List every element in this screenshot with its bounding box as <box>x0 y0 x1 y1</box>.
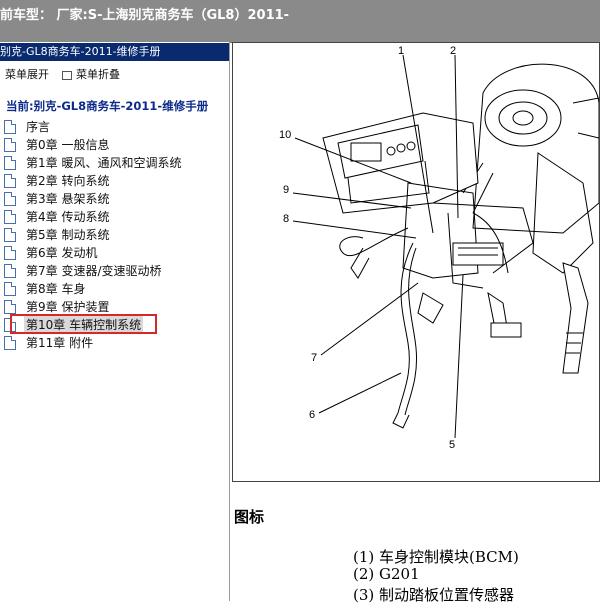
document-icon <box>4 210 16 224</box>
document-icon <box>4 246 16 260</box>
collapse-menu-label: 菜单折叠 <box>76 68 120 81</box>
callout-1: 1 <box>398 45 404 57</box>
title-bar: 前车型： 厂家:S-上海别克商务车（GL8）2011- <box>0 0 600 43</box>
callout-9: 9 <box>283 184 289 196</box>
document-icon <box>4 282 16 296</box>
document-icon <box>4 264 16 278</box>
callout-8: 8 <box>283 213 289 225</box>
document-icon <box>4 336 16 350</box>
document-icon <box>4 138 16 152</box>
manual-header: 别克-GL8商务车-2011-维修手册 <box>0 43 229 61</box>
current-manual-label[interactable]: 当前:别克-GL8商务车-2011-维修手册 <box>6 98 208 114</box>
document-icon <box>4 156 16 170</box>
callout-2: 2 <box>450 45 456 57</box>
legend-item: (1) 车身控制模块(BCM) <box>353 548 519 566</box>
collapse-icon <box>62 70 72 80</box>
component-diagram: 1 2 10 9 8 7 6 5 <box>232 42 600 482</box>
legend-item: (3) 制动踏板位置传感器 <box>353 586 515 604</box>
document-icon <box>4 300 16 314</box>
engine-bay-illustration: 1 2 10 9 8 7 6 5 <box>279 45 599 451</box>
legend-title: 图标 <box>234 508 265 526</box>
menu-toolbar: 菜单展开 菜单折叠 <box>0 64 229 82</box>
document-icon <box>4 120 16 134</box>
expand-menu-label: 菜单展开 <box>5 68 49 81</box>
callout-10: 10 <box>279 129 291 141</box>
callout-6: 6 <box>309 409 315 421</box>
expand-menu-button[interactable]: 菜单展开 <box>5 66 49 82</box>
callout-5: 5 <box>449 439 455 451</box>
selection-highlight <box>10 314 157 334</box>
collapse-menu-button[interactable]: 菜单折叠 <box>62 66 120 82</box>
document-icon <box>4 228 16 242</box>
document-icon <box>4 174 16 188</box>
vehicle-title: 前车型： 厂家:S-上海别克商务车（GL8）2011- <box>0 8 290 23</box>
document-icon <box>4 192 16 206</box>
content-panel: 1 2 10 9 8 7 6 5 <box>232 42 600 601</box>
legend-item: (2) G201 <box>353 565 420 583</box>
callout-7: 7 <box>311 352 317 364</box>
